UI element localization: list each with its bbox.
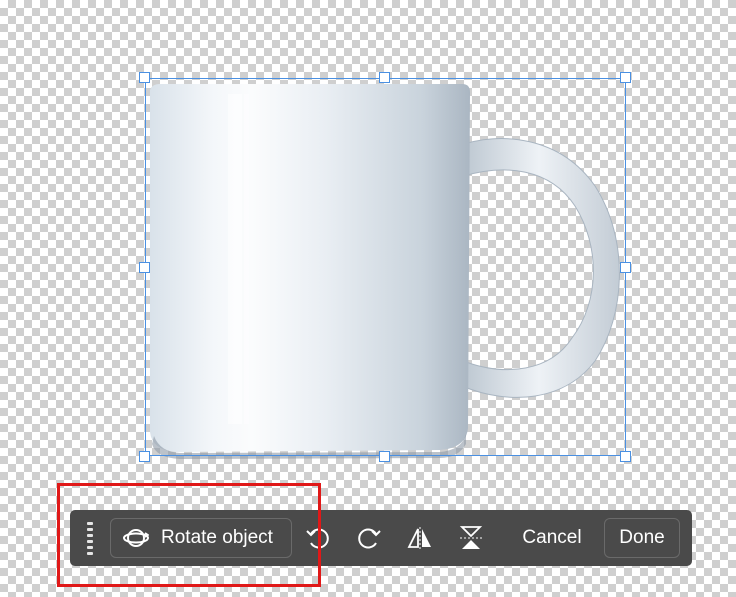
rotate-right-icon: [357, 528, 381, 549]
rotate-object-icon: [123, 529, 149, 547]
resize-handle-middle-left[interactable]: [139, 262, 150, 273]
resize-handle-bottom-left[interactable]: [139, 451, 150, 462]
rotate-left-icon: [305, 528, 329, 549]
flip-horizontal-icon: [407, 527, 431, 549]
resize-handle-top-left[interactable]: [139, 72, 150, 83]
rotate-left-button[interactable]: [292, 518, 343, 558]
resize-handle-top-center[interactable]: [379, 72, 390, 83]
selection-bounding-box[interactable]: [145, 78, 626, 456]
transform-toolbar: Rotate object Cancel Done: [70, 510, 692, 566]
rotate-right-button[interactable]: [343, 518, 394, 558]
drag-handle-icon[interactable]: [70, 510, 110, 566]
resize-handle-bottom-center[interactable]: [379, 451, 390, 462]
flip-vertical-icon: [459, 526, 482, 549]
transparent-canvas[interactable]: Rotate object Cancel Done: [0, 0, 736, 597]
resize-handle-top-right[interactable]: [620, 72, 631, 83]
flip-horizontal-button[interactable]: [394, 518, 445, 558]
resize-handle-middle-right[interactable]: [620, 262, 631, 273]
resize-handle-bottom-right[interactable]: [620, 451, 631, 462]
rotate-object-button[interactable]: Rotate object: [110, 518, 292, 558]
cancel-button[interactable]: Cancel: [512, 527, 592, 549]
rotate-object-label: Rotate object: [161, 527, 273, 548]
flip-vertical-button[interactable]: [445, 518, 496, 558]
done-button[interactable]: Done: [604, 518, 680, 558]
